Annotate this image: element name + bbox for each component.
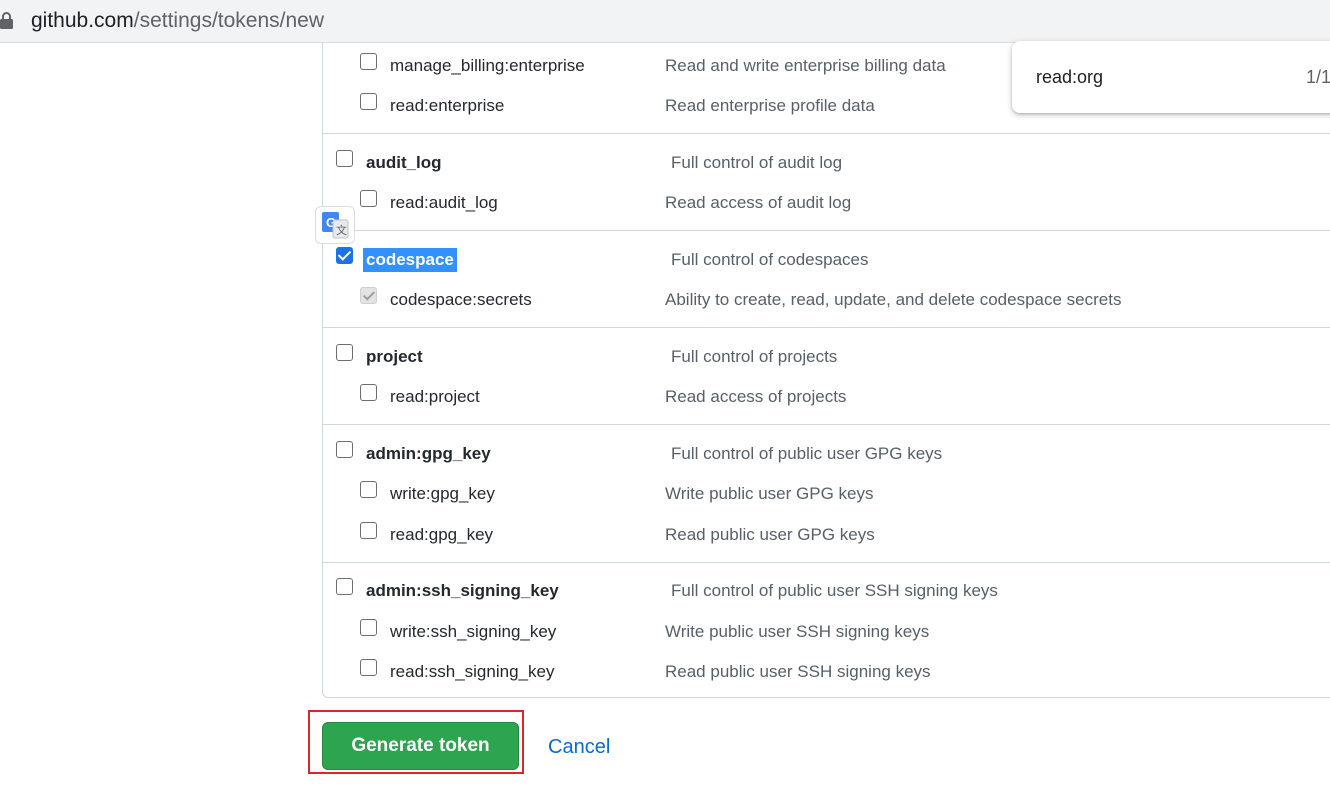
url-text[interactable]: github.com/settings/tokens/new (31, 8, 324, 34)
generate-token-button[interactable]: Generate token (322, 722, 519, 770)
find-match-count: 1/1 (1306, 67, 1330, 87)
checkbox-read-project[interactable] (360, 384, 377, 401)
scope-row-write-gpg-key: write:gpg_key Write public user GPG keys (0, 480, 1100, 510)
scope-description: Read and write enterprise billing data (665, 56, 946, 75)
scope-description: Read enterprise profile data (665, 96, 875, 115)
checkbox-admin-ssh-signing-key[interactable] (336, 578, 353, 595)
url-path: /settings/tokens/new (133, 9, 325, 32)
scope-description: Write public user GPG keys (665, 484, 874, 503)
scope-row-manage-billing-enterprise: manage_billing:enterprise Read and write… (0, 52, 1100, 82)
scope-divider (322, 424, 1330, 425)
scope-row-read-audit-log: read:audit_log Read access of audit log (0, 189, 1100, 219)
scope-description: Full control of projects (671, 347, 838, 366)
scope-row-admin-gpg-key: admin:gpg_key Full control of public use… (0, 440, 1100, 470)
browser-address-bar[interactable]: github.com/settings/tokens/new (0, 0, 1330, 43)
checkbox-read-gpg-key[interactable] (360, 522, 377, 539)
scope-divider (322, 230, 1330, 231)
translate-glyph-icon: G 文 (322, 212, 349, 239)
checkbox-read-enterprise[interactable] (360, 93, 377, 110)
scope-description: Read access of projects (665, 387, 847, 406)
checkbox-project[interactable] (336, 344, 353, 361)
scope-divider (322, 562, 1330, 563)
svg-text:文: 文 (336, 223, 347, 237)
scope-description: Full control of public user SSH signing … (671, 581, 998, 600)
checkbox-codespace[interactable] (336, 247, 353, 264)
scope-description: Full control of audit log (671, 153, 843, 172)
scope-description: Read access of audit log (665, 193, 852, 212)
scope-row-project: project Full control of projects (0, 343, 1100, 373)
scope-divider (322, 327, 1330, 328)
lock-icon (0, 12, 13, 29)
scope-description: Read public user SSH signing keys (665, 662, 931, 681)
scope-description: Full control of public user GPG keys (671, 444, 943, 463)
scope-name: codespace (363, 248, 457, 272)
scope-name: admin:ssh_signing_key (366, 581, 559, 600)
checkbox-read-ssh-signing-key[interactable] (360, 659, 377, 676)
scope-description: Write public user SSH signing keys (665, 622, 930, 641)
checkbox-audit-log[interactable] (336, 150, 353, 167)
scope-description: Full control of codespaces (671, 250, 869, 269)
scope-row-write-ssh-signing-key: write:ssh_signing_key Write public user … (0, 618, 1100, 648)
scope-row-read-project: read:project Read access of projects (0, 383, 1100, 413)
scope-name: read:gpg_key (390, 525, 494, 544)
checkbox-codespace-secrets (360, 287, 377, 304)
scope-name: read:audit_log (390, 193, 498, 212)
url-host: github.com (31, 9, 134, 32)
scope-row-audit-log: audit_log Full control of audit log (0, 149, 1100, 179)
scope-row-read-gpg-key: read:gpg_key Read public user GPG keys (0, 521, 1100, 551)
scope-name: read:enterprise (390, 96, 505, 115)
scope-name: project (366, 347, 423, 366)
scope-description: Read public user GPG keys (665, 525, 875, 544)
google-translate-icon[interactable]: G 文 (315, 206, 355, 244)
checkbox-read-audit-log[interactable] (360, 190, 377, 207)
scope-name: manage_billing:enterprise (390, 56, 585, 75)
checkbox-admin-gpg-key[interactable] (336, 441, 353, 458)
scope-name: write:ssh_signing_key (390, 622, 557, 641)
scope-row-admin-ssh-signing-key: admin:ssh_signing_key Full control of pu… (0, 577, 1100, 607)
scope-row-codespace-secrets: codespace:secrets Ability to create, rea… (0, 286, 1121, 316)
scope-description: Ability to create, read, update, and del… (665, 290, 1122, 309)
checkbox-write-gpg-key[interactable] (360, 481, 377, 498)
scope-divider (322, 133, 1330, 134)
checkbox-write-ssh-signing-key[interactable] (360, 619, 377, 636)
scope-name: audit_log (366, 153, 442, 172)
scope-row-read-enterprise: read:enterprise Read enterprise profile … (0, 92, 1100, 122)
scope-name: read:ssh_signing_key (390, 662, 555, 681)
scope-name: admin:gpg_key (366, 444, 491, 463)
scope-name: codespace:secrets (390, 290, 532, 309)
cancel-link[interactable]: Cancel (548, 734, 610, 760)
checkbox-manage-billing-enterprise[interactable] (360, 53, 377, 70)
scope-name: write:gpg_key (390, 484, 495, 503)
find-in-page-popup: read:org 1/1 (1012, 41, 1330, 113)
scope-row-read-ssh-signing-key: read:ssh_signing_key Read public user SS… (0, 658, 1100, 688)
scope-name: read:project (390, 387, 480, 406)
scope-row-codespace: codespace Full control of codespaces (0, 246, 1100, 276)
find-query[interactable]: read:org (1036, 67, 1103, 88)
